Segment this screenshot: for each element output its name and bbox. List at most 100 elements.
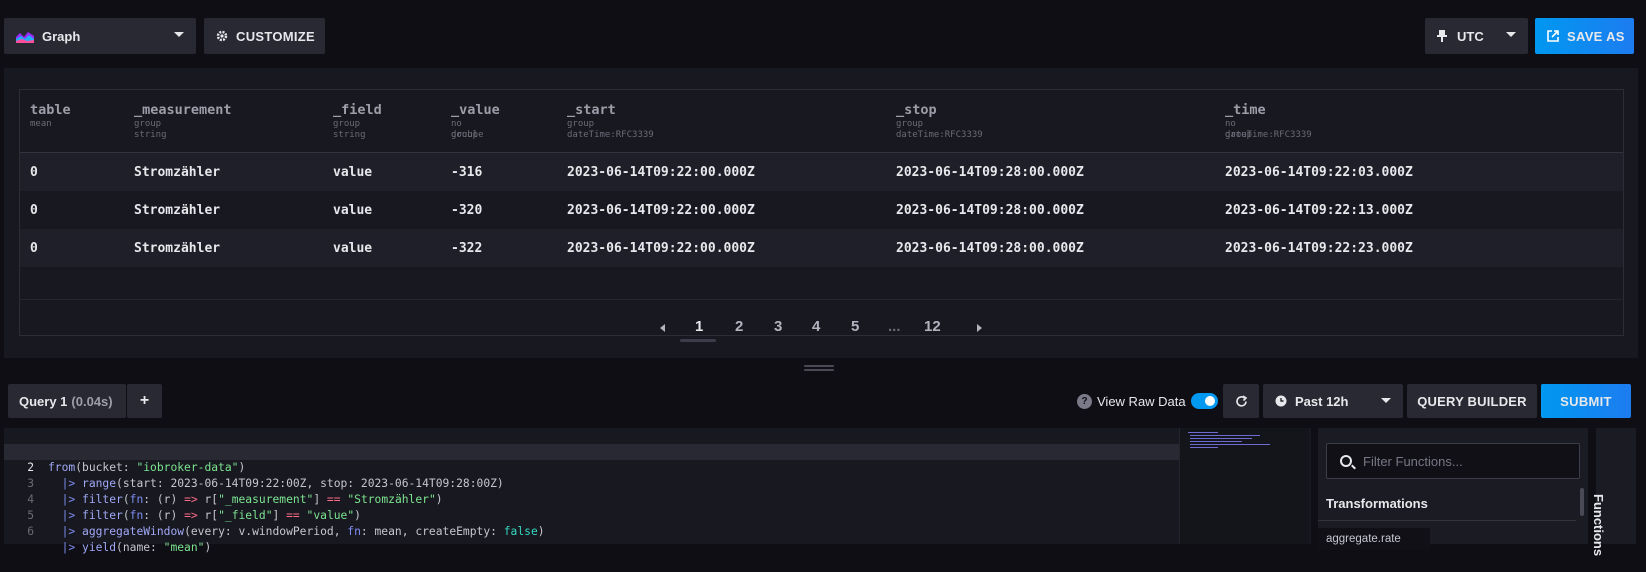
page-2-button[interactable]: 2 bbox=[735, 318, 743, 335]
timezone-label: UTC bbox=[1457, 28, 1484, 44]
column-name: _time bbox=[1225, 102, 1266, 118]
clock-icon bbox=[1275, 395, 1287, 407]
page-5-button[interactable]: 5 bbox=[851, 318, 859, 335]
chevron-down-icon bbox=[174, 32, 184, 37]
table-cell: 0 bbox=[30, 165, 38, 180]
column-meta: group bbox=[134, 119, 162, 129]
table-cell: value bbox=[333, 241, 373, 256]
column-meta: group bbox=[567, 119, 595, 129]
table-cell: 0 bbox=[30, 203, 38, 218]
export-icon bbox=[1547, 30, 1559, 42]
table-cell: 2023-06-14T09:22:00.000Z bbox=[567, 241, 755, 256]
column-name: _stop bbox=[896, 102, 937, 118]
column-type: dateTime:RFC3339 bbox=[1225, 130, 1312, 140]
view-raw-data-toggle[interactable] bbox=[1190, 393, 1218, 409]
table-cell: 0 bbox=[30, 241, 38, 256]
column-meta: group bbox=[333, 119, 361, 129]
code-text: |> aggregateWindow(every: v.windowPeriod… bbox=[61, 525, 545, 538]
query-duration: (0.04s) bbox=[71, 393, 113, 409]
column-name: _value bbox=[451, 102, 500, 118]
function-category-heading: Transformations bbox=[1326, 496, 1428, 511]
scrollbar[interactable] bbox=[1580, 488, 1584, 516]
table-cell: 2023-06-14T09:22:03.000Z bbox=[1225, 165, 1413, 180]
divider bbox=[1318, 520, 1576, 521]
page-3-button[interactable]: 3 bbox=[774, 318, 782, 335]
table-cell: value bbox=[333, 165, 373, 180]
table-cell: -322 bbox=[451, 241, 483, 256]
table-cell: 2023-06-14T09:22:23.000Z bbox=[1225, 241, 1413, 256]
refresh-button[interactable] bbox=[1223, 384, 1259, 418]
divider bbox=[19, 299, 1624, 300]
table-cell: 2023-06-14T09:28:00.000Z bbox=[896, 241, 1084, 256]
table-row: 0 Stromzähler value -322 2023-06-14T09:2… bbox=[20, 229, 1623, 267]
function-list-item[interactable]: aggregate.rate bbox=[1318, 528, 1430, 550]
save-as-button[interactable]: SAVE AS bbox=[1535, 18, 1634, 54]
help-icon[interactable]: ? bbox=[1077, 393, 1092, 409]
table-cell: value bbox=[333, 203, 373, 218]
page-12-button[interactable]: 12 bbox=[924, 318, 941, 335]
functions-tab[interactable]: Functions bbox=[1591, 428, 1636, 556]
table-cell: 2023-06-14T09:22:13.000Z bbox=[1225, 203, 1413, 218]
time-range-dropdown[interactable]: Past 12h bbox=[1263, 384, 1403, 418]
query-tab[interactable]: Query 1 (0.04s) bbox=[8, 384, 126, 418]
search-icon bbox=[1340, 455, 1352, 467]
column-type: dateTime:RFC3339 bbox=[896, 130, 983, 140]
page-ellipsis: ... bbox=[888, 318, 901, 335]
submit-button[interactable]: SUBMIT bbox=[1541, 384, 1631, 418]
table-cell: Stromzähler bbox=[134, 241, 221, 256]
timezone-dropdown[interactable]: UTC bbox=[1425, 18, 1528, 54]
view-raw-data-label: View Raw Data bbox=[1097, 393, 1186, 409]
chevron-down-icon bbox=[1381, 398, 1391, 403]
chevron-left-icon[interactable] bbox=[660, 324, 665, 332]
code-line: 2 |> range(start: 2023-06-14T09:22:00Z, … bbox=[4, 444, 1179, 490]
add-query-button[interactable]: + bbox=[127, 384, 162, 418]
functions-tab-label: Functions bbox=[1591, 494, 1606, 557]
column-type: string bbox=[134, 130, 167, 140]
save-as-label: SAVE AS bbox=[1567, 28, 1625, 44]
refresh-icon bbox=[1235, 394, 1247, 407]
query-bar: Query 1 (0.04s) + ? View Raw Data Past 1… bbox=[0, 380, 1646, 422]
table-row: 0 Stromzähler value -316 2023-06-14T09:2… bbox=[20, 153, 1623, 191]
code-line: 3 |> filter(fn: (r) => r["_measurement"]… bbox=[4, 460, 1179, 506]
code-line: 1 from(bucket: "iobroker-data") bbox=[4, 428, 1179, 474]
page-1-button[interactable]: 1 bbox=[695, 318, 703, 335]
table-cell: Stromzähler bbox=[134, 165, 221, 180]
table-header: table mean _measurement group string _fi… bbox=[20, 90, 1623, 153]
chevron-right-icon[interactable] bbox=[977, 324, 982, 332]
customize-label: CUSTOMIZE bbox=[236, 28, 316, 44]
functions-panel: Filter Functions... Transformations aggr… bbox=[1318, 428, 1588, 550]
table-cell: 2023-06-14T09:28:00.000Z bbox=[896, 165, 1084, 180]
gear-icon bbox=[216, 30, 228, 42]
line-number: 6 bbox=[27, 525, 34, 538]
visualization-type-dropdown[interactable]: Graph bbox=[4, 18, 196, 54]
flux-editor[interactable]: 1 from(bucket: "iobroker-data") 2 |> ran… bbox=[4, 428, 1311, 554]
pagination: 1 2 3 4 5 ... 12 bbox=[4, 318, 1638, 348]
customize-button[interactable]: CUSTOMIZE bbox=[204, 18, 325, 54]
column-meta: group bbox=[896, 119, 924, 129]
table-cell: 2023-06-14T09:22:00.000Z bbox=[567, 203, 755, 218]
code-minimap[interactable] bbox=[1179, 428, 1309, 544]
column-name: _measurement bbox=[134, 102, 232, 118]
column-type: string bbox=[333, 130, 366, 140]
page-4-button[interactable]: 4 bbox=[812, 318, 820, 335]
toolbar: Graph CUSTOMIZE UTC SAVE AS bbox=[0, 0, 1646, 68]
table-cell: 2023-06-14T09:28:00.000Z bbox=[896, 203, 1084, 218]
column-name: _start bbox=[567, 102, 616, 118]
code-text: |> yield(name: "mean") bbox=[61, 541, 212, 554]
table-cell: Stromzähler bbox=[134, 203, 221, 218]
table-cell: 2023-06-14T09:22:00.000Z bbox=[567, 165, 755, 180]
query-builder-button[interactable]: QUERY BUILDER bbox=[1407, 384, 1537, 418]
column-name: _field bbox=[333, 102, 382, 118]
code-line: 5 |> aggregateWindow(every: v.windowPeri… bbox=[4, 492, 1179, 538]
view-raw-data-toggle-group: ? View Raw Data bbox=[1077, 392, 1218, 410]
filter-functions-input[interactable]: Filter Functions... bbox=[1326, 443, 1580, 479]
time-range-label: Past 12h bbox=[1295, 393, 1349, 409]
active-page-indicator bbox=[680, 339, 716, 342]
code-line: 4 |> filter(fn: (r) => r["_field"] == "v… bbox=[4, 476, 1179, 522]
table-row: 0 Stromzähler value -320 2023-06-14T09:2… bbox=[20, 191, 1623, 229]
chevron-down-icon bbox=[1506, 32, 1516, 37]
resize-handle[interactable] bbox=[804, 365, 834, 372]
column-type: dateTime:RFC3339 bbox=[567, 130, 654, 140]
table-cell: -320 bbox=[451, 203, 483, 218]
code-line: 6 |> yield(name: "mean") bbox=[4, 508, 1179, 554]
